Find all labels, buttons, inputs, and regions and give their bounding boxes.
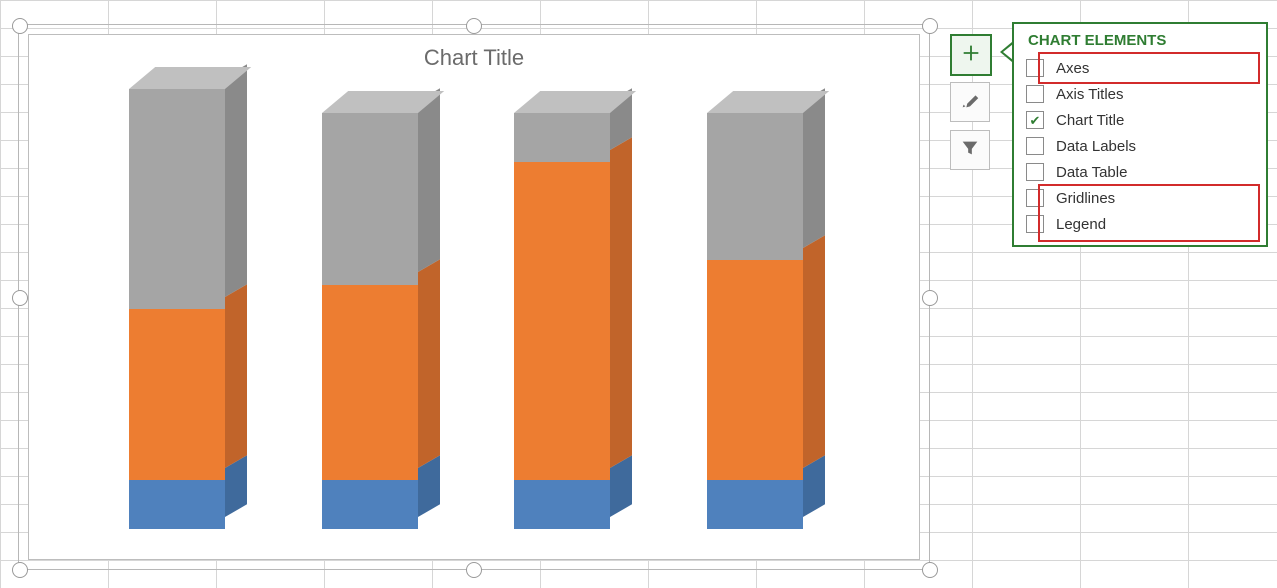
- checkbox[interactable]: [1026, 111, 1044, 129]
- chart-filters-button[interactable]: [950, 130, 990, 170]
- checkbox[interactable]: [1026, 215, 1044, 233]
- checkbox[interactable]: [1026, 163, 1044, 181]
- chart-object[interactable]: Chart Title: [28, 34, 920, 560]
- chart-element-option[interactable]: Legend: [1026, 211, 1254, 237]
- bar-column[interactable]: [129, 67, 247, 529]
- flyout-header: CHART ELEMENTS: [1028, 32, 1252, 49]
- chart-element-option[interactable]: Axis Titles: [1026, 81, 1254, 107]
- option-label: Chart Title: [1056, 112, 1124, 129]
- chart-element-option[interactable]: Axes: [1026, 55, 1254, 81]
- option-label: Gridlines: [1056, 190, 1115, 207]
- checkbox[interactable]: [1026, 85, 1044, 103]
- chart-element-option[interactable]: Data Labels: [1026, 133, 1254, 159]
- checkbox[interactable]: [1026, 189, 1044, 207]
- bar-column[interactable]: [322, 91, 440, 529]
- chart-elements-button[interactable]: [950, 34, 992, 76]
- chart-element-option[interactable]: Data Table: [1026, 159, 1254, 185]
- checkbox[interactable]: [1026, 137, 1044, 155]
- option-label: Data Table: [1056, 164, 1127, 181]
- flyout-pointer: [1000, 42, 1012, 62]
- chart-element-option[interactable]: Gridlines: [1026, 185, 1254, 211]
- chart-styles-button[interactable]: [950, 82, 990, 122]
- option-label: Axes: [1056, 60, 1089, 77]
- bar-column[interactable]: [514, 91, 632, 529]
- bar-column[interactable]: [707, 91, 825, 529]
- brush-icon: [959, 89, 981, 116]
- chart-element-option[interactable]: Chart Title: [1026, 107, 1254, 133]
- funnel-icon: [959, 137, 981, 164]
- checkbox[interactable]: [1026, 59, 1044, 77]
- option-label: Data Labels: [1056, 138, 1136, 155]
- option-label: Legend: [1056, 216, 1106, 233]
- chart-plot-area[interactable]: [89, 90, 859, 529]
- chart-elements-flyout[interactable]: CHART ELEMENTS Axes Axis Titles Chart Titl…: [1012, 22, 1268, 247]
- plus-icon: [960, 42, 982, 69]
- option-label: Axis Titles: [1056, 86, 1124, 103]
